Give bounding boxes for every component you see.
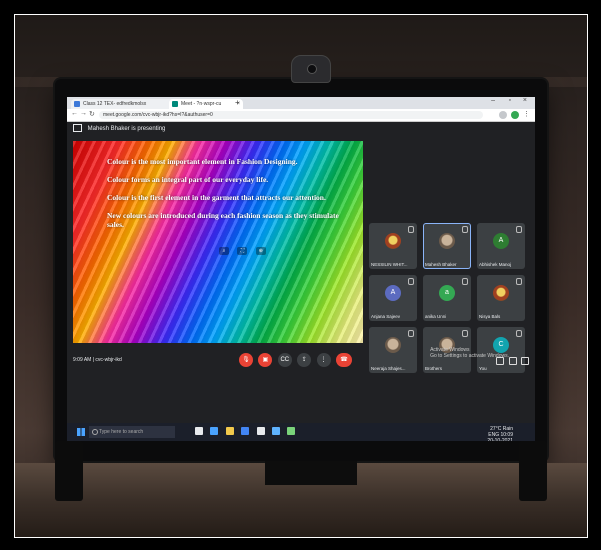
new-tab-icon[interactable]: +: [235, 98, 240, 107]
participant-name: NESSILIN WHIT...: [371, 262, 408, 267]
mic-off-button[interactable]: 🎙: [239, 353, 253, 367]
participant-name: anika Unni: [425, 314, 447, 319]
mic-off-icon: [516, 226, 522, 233]
mic-off-icon: [408, 226, 414, 233]
mic-off-icon: [516, 330, 522, 337]
mic-off-icon: [408, 278, 414, 285]
slide-line: Colour forms an integral part of our eve…: [107, 175, 269, 184]
avatar: a: [439, 285, 455, 301]
mic-off-icon: [462, 278, 468, 285]
participant-tile[interactable]: Nisya Bals: [477, 275, 525, 321]
info-icon[interactable]: [496, 357, 505, 365]
mic-off-icon: [408, 330, 414, 337]
mail-icon[interactable]: [271, 427, 280, 435]
browser-tabstrip: Class 12 TEX- edfredkmolsx × Meet - ?n·w…: [67, 97, 535, 109]
browser-toolbar: ← → ↻ meet.google.com/cvc-wbjr-ikd?hs=I?…: [67, 109, 535, 122]
reload-icon[interactable]: ↻: [89, 110, 95, 118]
pin-icon[interactable]: ⊕: [255, 247, 266, 255]
avatar: [439, 233, 455, 249]
captions-button[interactable]: CC: [277, 353, 292, 367]
profile-icon[interactable]: [511, 111, 519, 119]
speaker-right: [519, 441, 547, 501]
slide-line: Colour is the most important element in …: [107, 157, 298, 166]
meeting-meta: 9:09 AM | cvc-wbjr-ikd: [73, 357, 122, 363]
windows-taskbar: Type here to search 27°C Rain ENG 10:09: [67, 423, 535, 441]
tab-label: Class 12 TEX- edfredkmolsx: [83, 101, 147, 107]
participant-name: Abhishek Manoj: [479, 262, 512, 267]
screen: Class 12 TEX- edfredkmolsx × Meet - ?n·w…: [67, 97, 535, 441]
file-explorer-icon[interactable]: [225, 427, 234, 435]
meeting-controls-bar: 9:09 AM | cvc-wbjr-ikd 🎙 ▣ CC ⇪ ⋮ ☎ Acti…: [67, 347, 535, 371]
fullscreen-icon[interactable]: ⛶: [237, 247, 248, 255]
clock-date: 20-10-2021: [487, 438, 513, 441]
mic-icon: [462, 226, 468, 233]
participant-tile-active[interactable]: Mahesh Bhaker: [423, 223, 471, 269]
meet-favicon-icon: [172, 101, 178, 107]
camera-off-button[interactable]: ▣: [258, 353, 273, 367]
maximize-icon[interactable]: ▫: [509, 97, 511, 104]
participant-tile[interactable]: a anika Unni: [423, 275, 471, 321]
presenting-bar: Mahesh Bhaker is presenting: [67, 122, 535, 136]
monitor-stand: [265, 461, 357, 485]
participant-name: Anjana Sajeev: [371, 314, 401, 319]
search-placeholder: Type here to search: [99, 429, 144, 435]
avatar: A: [385, 285, 401, 301]
avatar: A: [493, 233, 509, 249]
menu-icon[interactable]: ⋮: [523, 110, 530, 118]
tab-label: Meet - ?n·wspr-cu: [181, 101, 222, 107]
zoom-icon[interactable]: ⌕: [219, 247, 229, 255]
chrome-icon[interactable]: [241, 427, 250, 435]
taskbar-apps: [195, 427, 301, 437]
mic-icon: [516, 278, 522, 285]
search-icon: [92, 429, 98, 435]
presentation-slide: Colour is the most important element in …: [73, 141, 363, 343]
slide-line: Colour is the first element in the garme…: [107, 193, 326, 202]
task-view-icon[interactable]: [195, 427, 203, 435]
webcam-lens-icon: [307, 64, 317, 74]
participant-name: Mahesh Bhaker: [425, 262, 457, 267]
present-button[interactable]: ⇪: [297, 353, 312, 367]
presentation-icon: [73, 124, 82, 133]
browser-tab-2[interactable]: Meet - ?n·wspr-cu ×: [169, 99, 243, 109]
photo-scene: Class 12 TEX- edfredkmolsx × Meet - ?n·w…: [14, 14, 588, 538]
app-icon[interactable]: [287, 427, 296, 435]
participant-tile[interactable]: A Abhishek Manoj: [477, 223, 525, 269]
webcam: [291, 55, 331, 83]
participant-tile[interactable]: A Anjana Sajeev: [369, 275, 417, 321]
forward-icon[interactable]: →: [80, 110, 87, 117]
tab-favicon-icon: [74, 101, 80, 107]
system-tray: 27°C Rain ENG 10:09 20-10-2021: [487, 426, 513, 441]
participant-name: Nisya Bals: [479, 314, 501, 319]
windows-start-icon[interactable]: [77, 428, 85, 436]
presenting-label: Mahesh Bhaker is presenting: [87, 126, 166, 132]
more-options-button[interactable]: ⋮: [316, 353, 331, 367]
participant-tile[interactable]: NESSILIN WHIT...: [369, 223, 417, 269]
window-close-icon[interactable]: ×: [523, 97, 527, 104]
avatar: [385, 233, 401, 249]
minimize-icon[interactable]: –: [491, 97, 495, 104]
side-panel-icons: [493, 357, 529, 367]
taskbar-search[interactable]: Type here to search: [89, 426, 175, 438]
end-call-button[interactable]: ☎: [335, 353, 352, 367]
store-icon[interactable]: [256, 427, 265, 435]
mic-off-icon: [462, 330, 468, 337]
address-bar[interactable]: meet.google.com/cvc-wbjr-ikd?hs=I?&authu…: [99, 111, 483, 119]
star-icon[interactable]: [499, 111, 507, 119]
monitor: Class 12 TEX- edfredkmolsx × Meet - ?n·w…: [55, 79, 547, 461]
chat-icon[interactable]: [521, 357, 529, 365]
slide-line: New colours are introduced during each f…: [107, 211, 339, 229]
slide-text: Colour is the most important element in …: [107, 157, 347, 238]
call-controls: 🎙 ▣ CC ⇪ ⋮ ☎: [239, 353, 356, 367]
slide-controls: ⌕ ⛶ ⊕: [219, 239, 270, 257]
people-icon[interactable]: [508, 357, 517, 365]
speaker-left: [55, 441, 83, 501]
avatar: [493, 285, 509, 301]
back-icon[interactable]: ←: [71, 110, 78, 117]
edge-icon[interactable]: [210, 427, 219, 435]
browser-tab-1[interactable]: Class 12 TEX- edfredkmolsx ×: [71, 99, 179, 109]
